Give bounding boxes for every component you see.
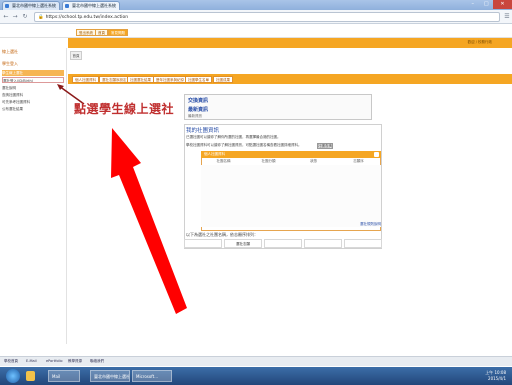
bottom-link-email[interactable]: E-Mail	[26, 359, 37, 363]
clock-time: 上午 10:08	[485, 370, 506, 375]
bottom-link-contact[interactable]: 聯絡我們	[90, 359, 104, 364]
annotation-arrows	[57, 84, 187, 314]
taskbar-browser[interactable]: 臺北市國中線上選社...	[90, 370, 130, 382]
explorer-icon[interactable]	[26, 371, 35, 381]
bottom-link-resources[interactable]: 教學資源	[68, 359, 82, 364]
taskbar-word[interactable]: Microsoft...	[132, 370, 172, 382]
clock-date: 2015/4/1	[488, 375, 506, 381]
bottom-link-home[interactable]: 學校首頁	[4, 359, 18, 364]
start-button-icon[interactable]	[6, 369, 20, 383]
annotation-text: 點選學生線上選社	[74, 102, 175, 116]
taskbar-mail[interactable]: Mail	[48, 370, 80, 382]
taskbar-clock: 上午 10:08 2015/4/1	[485, 370, 506, 381]
bottom-link-portfolio[interactable]: ePortfolio	[46, 359, 63, 363]
big-red-arrow-icon	[111, 128, 187, 314]
